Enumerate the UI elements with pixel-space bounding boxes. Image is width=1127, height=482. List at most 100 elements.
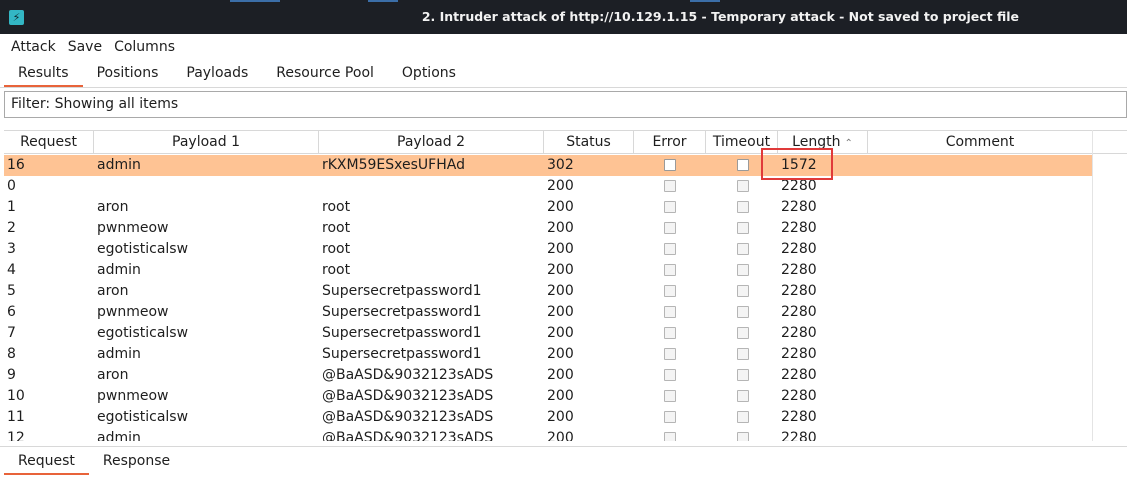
- cell-payload-1: [94, 176, 319, 197]
- bottom-tab-bar: Request Response: [0, 449, 1127, 475]
- column-header-status[interactable]: Status: [544, 131, 634, 153]
- table-row[interactable]: 8 admin Supersecretpassword1 200 2280: [4, 344, 1093, 365]
- cell-payload-1: admin: [97, 430, 141, 441]
- timeout-checkbox: [737, 327, 749, 339]
- timeout-checkbox: [737, 159, 749, 171]
- timeout-checkbox: [737, 369, 749, 381]
- cell-payload-2: Supersecretpassword1: [322, 304, 482, 320]
- table-row[interactable]: 7 egotisticalsw Supersecretpassword1 200 228…: [4, 323, 1093, 344]
- column-header-error[interactable]: Error: [634, 131, 706, 153]
- tab-resource-pool[interactable]: Resource Pool: [262, 60, 388, 86]
- cell-length: 2280: [781, 325, 817, 341]
- menu-bar: Attack Save Columns: [0, 34, 1127, 60]
- filter-bar[interactable]: Filter: Showing all items: [4, 91, 1127, 118]
- cell-payload-1: admin: [97, 157, 141, 173]
- cell-length: 2280: [781, 241, 817, 257]
- cell-status: 200: [547, 262, 574, 278]
- cell-length: 2280: [781, 367, 817, 383]
- title-bar: ⚡ 2. Intruder attack of http://10.129.1.…: [0, 0, 1127, 34]
- cell-status: 200: [547, 283, 574, 299]
- bottom-divider: [0, 446, 1127, 447]
- timeout-checkbox: [737, 411, 749, 423]
- error-checkbox: [664, 159, 676, 171]
- table-row[interactable]: 1 aron root 200 2280: [4, 197, 1093, 218]
- tab-results[interactable]: Results: [4, 60, 83, 87]
- column-header-payload-1[interactable]: Payload 1: [94, 131, 319, 153]
- table-row[interactable]: 12 admin @BaASD&9032123sADS 200 2280: [4, 428, 1093, 441]
- timeout-checkbox: [737, 306, 749, 318]
- cell-status: 200: [547, 178, 574, 194]
- table-row[interactable]: 2 pwnmeow root 200 2280: [4, 218, 1093, 239]
- cell-payload-2: Supersecretpassword1: [322, 346, 482, 362]
- cell-request: 10: [7, 388, 25, 404]
- cell-request: 12: [7, 430, 25, 441]
- sort-ascending-icon: ⌃: [844, 138, 853, 149]
- error-checkbox: [664, 411, 676, 423]
- error-checkbox: [664, 432, 676, 441]
- cell-request: 6: [7, 304, 16, 320]
- column-header-comment[interactable]: Comment: [868, 131, 1093, 153]
- cell-request: 5: [7, 283, 16, 299]
- cell-length: 2280: [781, 262, 817, 278]
- cell-payload-1: admin: [97, 346, 141, 362]
- table-row[interactable]: 3 egotisticalsw root 200 2280: [4, 239, 1093, 260]
- error-checkbox: [664, 390, 676, 402]
- cell-status: 200: [547, 325, 574, 341]
- cell-length: 2280: [781, 409, 817, 425]
- menu-attack[interactable]: Attack: [5, 39, 62, 55]
- cell-payload-2: rKXM59ESxesUFHAd: [322, 157, 465, 173]
- table-row[interactable]: 11 egotisticalsw @BaASD&9032123sADS 200 2280: [4, 407, 1093, 428]
- cell-payload-2: [319, 176, 544, 197]
- error-checkbox: [664, 327, 676, 339]
- title-accent: [368, 0, 398, 2]
- cell-status: 200: [547, 367, 574, 383]
- table-row[interactable]: 6 pwnmeow Supersecretpassword1 200 2280: [4, 302, 1093, 323]
- cell-payload-2: @BaASD&9032123sADS: [322, 388, 494, 404]
- error-checkbox: [664, 222, 676, 234]
- cell-payload-2: Supersecretpassword1: [322, 325, 482, 341]
- column-header-payload-2[interactable]: Payload 2: [319, 131, 544, 153]
- cell-length: 2280: [781, 199, 817, 215]
- tab-request[interactable]: Request: [4, 449, 89, 475]
- timeout-checkbox: [737, 285, 749, 297]
- cell-request: 7: [7, 325, 16, 341]
- cell-request: 0: [7, 178, 16, 194]
- cell-length: 2280: [781, 346, 817, 362]
- table-row[interactable]: 0 200 2280: [4, 176, 1093, 197]
- table-row[interactable]: 16 admin rKXM59ESxesUFHAd 302 1572: [4, 155, 1093, 176]
- cell-status: 200: [547, 199, 574, 215]
- menu-save[interactable]: Save: [62, 39, 108, 55]
- column-header-request[interactable]: Request: [4, 131, 94, 153]
- cell-request: 3: [7, 241, 16, 257]
- cell-payload-1: egotisticalsw: [97, 409, 189, 425]
- timeout-checkbox: [737, 180, 749, 192]
- error-checkbox: [664, 285, 676, 297]
- table-row[interactable]: 10 pwnmeow @BaASD&9032123sADS 200 2280: [4, 386, 1093, 407]
- table-row[interactable]: 9 aron @BaASD&9032123sADS 200 2280: [4, 365, 1093, 386]
- cell-request: 16: [7, 157, 25, 173]
- cell-request: 8: [7, 346, 16, 362]
- cell-request: 2: [7, 220, 16, 236]
- tab-payloads[interactable]: Payloads: [172, 60, 262, 86]
- cell-payload-1: admin: [97, 262, 141, 278]
- cell-length: 2280: [781, 388, 817, 404]
- tab-response[interactable]: Response: [89, 449, 184, 473]
- cell-payload-1: aron: [97, 283, 129, 299]
- cell-status: 200: [547, 220, 574, 236]
- tab-positions[interactable]: Positions: [83, 60, 173, 86]
- cell-length: 2280: [781, 304, 817, 320]
- timeout-checkbox: [737, 348, 749, 360]
- table-row[interactable]: 5 aron Supersecretpassword1 200 2280: [4, 281, 1093, 302]
- cell-request: 4: [7, 262, 16, 278]
- cell-payload-1: pwnmeow: [97, 304, 169, 320]
- timeout-checkbox: [737, 264, 749, 276]
- error-checkbox: [664, 201, 676, 213]
- tab-options[interactable]: Options: [388, 60, 470, 86]
- cell-payload-1: aron: [97, 367, 129, 383]
- table-header: Request Payload 1 Payload 2 Status Error…: [4, 130, 1127, 154]
- timeout-checkbox: [737, 243, 749, 255]
- cell-request: 11: [7, 409, 25, 425]
- cell-payload-1: aron: [97, 199, 129, 215]
- table-row[interactable]: 4 admin root 200 2280: [4, 260, 1093, 281]
- menu-columns[interactable]: Columns: [108, 39, 181, 55]
